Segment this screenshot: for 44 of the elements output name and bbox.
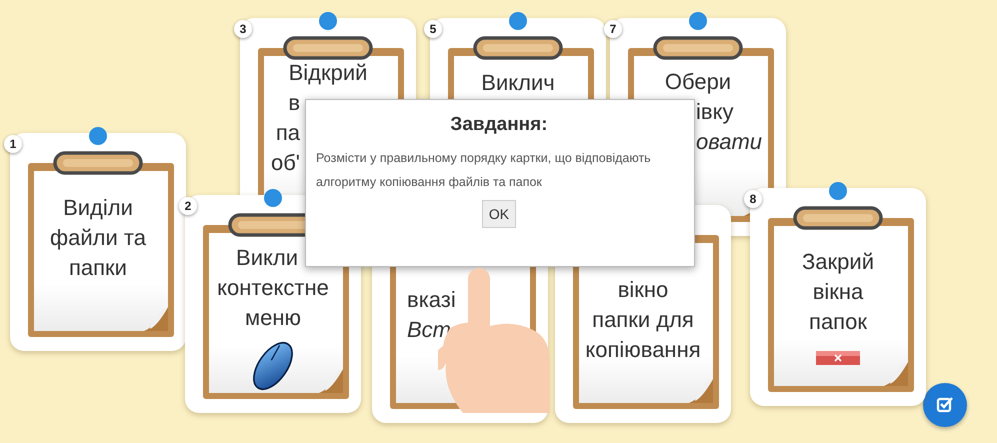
paper-clip-icon: [653, 36, 743, 60]
card-text: вікно: [618, 276, 668, 304]
folded-corner-icon: [884, 362, 908, 386]
check-answer-button[interactable]: [923, 383, 967, 427]
card-text: івку: [696, 98, 734, 126]
dialog-text: Розмісти у правильному порядку картки, що відповідають алгоритму копіювання файлів та папок: [316, 150, 652, 191]
card-text: Закрий: [802, 248, 874, 276]
order-badge: 3: [234, 20, 252, 38]
handle-dot-icon[interactable]: [509, 12, 527, 30]
card-text: файли та: [50, 224, 146, 252]
paper-clip-icon: [793, 206, 883, 230]
folded-corner-icon: [319, 369, 343, 393]
handle-dot-icon[interactable]: [689, 12, 707, 30]
card-text: Викли: [235, 244, 298, 272]
folded-corner-icon: [144, 307, 168, 331]
card-text: меню: [244, 304, 301, 332]
card-text: па: [274, 119, 300, 147]
card-text: контекстне: [217, 274, 329, 302]
handle-dot-icon[interactable]: [89, 127, 107, 145]
card-text: копіювання: [585, 336, 701, 364]
card-text: Відкрий: [288, 59, 368, 87]
dialog-title: Завдання:: [450, 114, 548, 136]
card-text: папки для: [592, 306, 694, 334]
card-text: вказі: [407, 286, 457, 314]
card-text: в: [287, 89, 300, 117]
check-icon: [935, 395, 955, 415]
card-text: Виклич: [481, 69, 555, 97]
ok-button[interactable]: OK: [482, 200, 516, 228]
handle-dot-icon[interactable]: [829, 182, 847, 200]
card-text: об': [270, 149, 300, 177]
order-badge: 1: [4, 135, 22, 153]
card-text: папок: [809, 308, 867, 336]
folded-corner-icon: [689, 379, 713, 403]
paper-clip-icon: [283, 36, 373, 60]
card-text: Виділи: [63, 194, 133, 222]
card-text: Обери: [664, 68, 732, 96]
card-text: папки: [69, 254, 127, 282]
close-button-icon: [816, 351, 860, 365]
handle-dot-icon[interactable]: [319, 12, 337, 30]
paper-clip-icon: [53, 151, 143, 175]
card-text: овати: [696, 128, 764, 156]
paper-clip-icon: [473, 36, 563, 60]
order-badge: 5: [424, 20, 442, 38]
card-text: вікна: [812, 278, 864, 306]
